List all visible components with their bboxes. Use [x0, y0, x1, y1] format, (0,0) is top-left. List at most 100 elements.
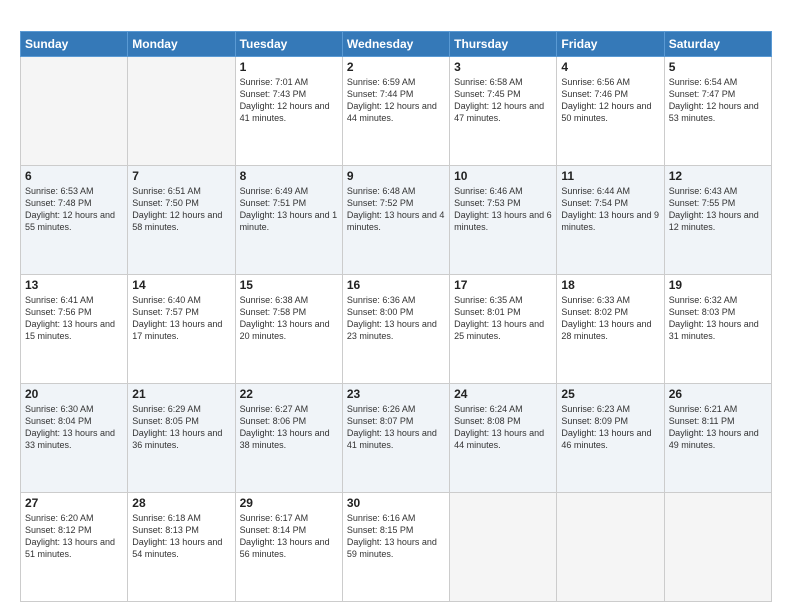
day-info: Sunrise: 6:33 AM Sunset: 8:02 PM Dayligh…	[561, 294, 659, 343]
calendar-cell: 4 Sunrise: 6:56 AM Sunset: 7:46 PM Daylig…	[557, 57, 664, 166]
week-row: 1 Sunrise: 7:01 AM Sunset: 7:43 PM Daylig…	[21, 57, 772, 166]
calendar-cell	[21, 57, 128, 166]
calendar-cell: 12 Sunrise: 6:43 AM Sunset: 7:55 PM Dayli…	[664, 166, 771, 275]
day-number: 25	[561, 387, 659, 401]
day-info: Sunrise: 6:26 AM Sunset: 8:07 PM Dayligh…	[347, 403, 445, 452]
header-row: SundayMondayTuesdayWednesdayThursdayFrid…	[21, 32, 772, 57]
day-number: 20	[25, 387, 123, 401]
day-number: 19	[669, 278, 767, 292]
week-row: 6 Sunrise: 6:53 AM Sunset: 7:48 PM Daylig…	[21, 166, 772, 275]
day-number: 27	[25, 496, 123, 510]
day-number: 13	[25, 278, 123, 292]
calendar-cell: 9 Sunrise: 6:48 AM Sunset: 7:52 PM Daylig…	[342, 166, 449, 275]
day-info: Sunrise: 6:29 AM Sunset: 8:05 PM Dayligh…	[132, 403, 230, 452]
day-info: Sunrise: 6:23 AM Sunset: 8:09 PM Dayligh…	[561, 403, 659, 452]
calendar-cell: 1 Sunrise: 7:01 AM Sunset: 7:43 PM Daylig…	[235, 57, 342, 166]
calendar-cell: 23 Sunrise: 6:26 AM Sunset: 8:07 PM Dayli…	[342, 384, 449, 493]
calendar-cell: 2Sunrise: 6:59 AM Sunset: 7:44 PM Daylig…	[342, 57, 449, 166]
calendar-cell: 7 Sunrise: 6:51 AM Sunset: 7:50 PM Daylig…	[128, 166, 235, 275]
day-info: Sunrise: 6:40 AM Sunset: 7:57 PM Dayligh…	[132, 294, 230, 343]
day-info: Sunrise: 6:27 AM Sunset: 8:06 PM Dayligh…	[240, 403, 338, 452]
calendar-table: SundayMondayTuesdayWednesdayThursdayFrid…	[20, 31, 772, 602]
day-number: 9	[347, 169, 445, 183]
day-info: Sunrise: 6:30 AM Sunset: 8:04 PM Dayligh…	[25, 403, 123, 452]
header	[20, 18, 772, 23]
col-header-tuesday: Tuesday	[235, 32, 342, 57]
day-number: 28	[132, 496, 230, 510]
calendar-cell: 11 Sunrise: 6:44 AM Sunset: 7:54 PM Dayli…	[557, 166, 664, 275]
calendar-cell: 10Sunrise: 6:46 AM Sunset: 7:53 PM Dayli…	[450, 166, 557, 275]
calendar-cell: 3 Sunrise: 6:58 AM Sunset: 7:45 PM Daylig…	[450, 57, 557, 166]
col-header-monday: Monday	[128, 32, 235, 57]
col-header-wednesday: Wednesday	[342, 32, 449, 57]
day-info: Sunrise: 6:16 AM Sunset: 8:15 PM Dayligh…	[347, 512, 445, 561]
day-number: 5	[669, 60, 767, 74]
calendar-cell: 27 Sunrise: 6:20 AM Sunset: 8:12 PM Dayli…	[21, 493, 128, 602]
calendar-cell: 14 Sunrise: 6:40 AM Sunset: 7:57 PM Dayli…	[128, 275, 235, 384]
calendar-cell: 28 Sunrise: 6:18 AM Sunset: 8:13 PM Dayli…	[128, 493, 235, 602]
day-info: Sunrise: 6:51 AM Sunset: 7:50 PM Dayligh…	[132, 185, 230, 234]
calendar-cell: 19 Sunrise: 6:32 AM Sunset: 8:03 PM Dayli…	[664, 275, 771, 384]
day-number: 30	[347, 496, 445, 510]
day-number: 21	[132, 387, 230, 401]
day-number: 6	[25, 169, 123, 183]
calendar-cell	[128, 57, 235, 166]
day-number: 2	[347, 60, 445, 74]
day-number: 22	[240, 387, 338, 401]
day-number: 15	[240, 278, 338, 292]
day-info: Sunrise: 6:36 AM Sunset: 8:00 PM Dayligh…	[347, 294, 445, 343]
week-row: 13 Sunrise: 6:41 AM Sunset: 7:56 PM Dayli…	[21, 275, 772, 384]
col-header-thursday: Thursday	[450, 32, 557, 57]
col-header-saturday: Saturday	[664, 32, 771, 57]
day-number: 26	[669, 387, 767, 401]
calendar-cell: 6 Sunrise: 6:53 AM Sunset: 7:48 PM Daylig…	[21, 166, 128, 275]
calendar-cell: 24Sunrise: 6:24 AM Sunset: 8:08 PM Dayli…	[450, 384, 557, 493]
calendar-cell: 15 Sunrise: 6:38 AM Sunset: 7:58 PM Dayli…	[235, 275, 342, 384]
day-info: Sunrise: 6:58 AM Sunset: 7:45 PM Dayligh…	[454, 76, 552, 125]
calendar-cell: 17Sunrise: 6:35 AM Sunset: 8:01 PM Dayli…	[450, 275, 557, 384]
day-info: Sunrise: 6:43 AM Sunset: 7:55 PM Dayligh…	[669, 185, 767, 234]
day-info: Sunrise: 6:21 AM Sunset: 8:11 PM Dayligh…	[669, 403, 767, 452]
day-number: 16	[347, 278, 445, 292]
calendar-cell	[664, 493, 771, 602]
calendar-cell: 20 Sunrise: 6:30 AM Sunset: 8:04 PM Dayli…	[21, 384, 128, 493]
day-info: Sunrise: 6:41 AM Sunset: 7:56 PM Dayligh…	[25, 294, 123, 343]
day-number: 7	[132, 169, 230, 183]
page: SundayMondayTuesdayWednesdayThursdayFrid…	[0, 0, 792, 612]
day-number: 4	[561, 60, 659, 74]
calendar-cell: 16 Sunrise: 6:36 AM Sunset: 8:00 PM Dayli…	[342, 275, 449, 384]
calendar-cell: 22 Sunrise: 6:27 AM Sunset: 8:06 PM Dayli…	[235, 384, 342, 493]
calendar-cell: 25 Sunrise: 6:23 AM Sunset: 8:09 PM Dayli…	[557, 384, 664, 493]
day-number: 12	[669, 169, 767, 183]
col-header-friday: Friday	[557, 32, 664, 57]
day-info: Sunrise: 6:49 AM Sunset: 7:51 PM Dayligh…	[240, 185, 338, 234]
day-info: Sunrise: 6:17 AM Sunset: 8:14 PM Dayligh…	[240, 512, 338, 561]
day-info: Sunrise: 6:44 AM Sunset: 7:54 PM Dayligh…	[561, 185, 659, 234]
day-number: 18	[561, 278, 659, 292]
day-info: Sunrise: 6:53 AM Sunset: 7:48 PM Dayligh…	[25, 185, 123, 234]
calendar-cell: 26 Sunrise: 6:21 AM Sunset: 8:11 PM Dayli…	[664, 384, 771, 493]
day-number: 3	[454, 60, 552, 74]
calendar-cell: 18 Sunrise: 6:33 AM Sunset: 8:02 PM Dayli…	[557, 275, 664, 384]
day-info: Sunrise: 6:32 AM Sunset: 8:03 PM Dayligh…	[669, 294, 767, 343]
day-number: 1	[240, 60, 338, 74]
day-info: Sunrise: 6:54 AM Sunset: 7:47 PM Dayligh…	[669, 76, 767, 125]
calendar-cell	[557, 493, 664, 602]
day-info: Sunrise: 6:20 AM Sunset: 8:12 PM Dayligh…	[25, 512, 123, 561]
day-number: 23	[347, 387, 445, 401]
day-info: Sunrise: 6:56 AM Sunset: 7:46 PM Dayligh…	[561, 76, 659, 125]
col-header-sunday: Sunday	[21, 32, 128, 57]
calendar-cell: 30 Sunrise: 6:16 AM Sunset: 8:15 PM Dayli…	[342, 493, 449, 602]
day-number: 29	[240, 496, 338, 510]
day-info: Sunrise: 6:24 AM Sunset: 8:08 PM Dayligh…	[454, 403, 552, 452]
day-number: 11	[561, 169, 659, 183]
calendar-cell: 21 Sunrise: 6:29 AM Sunset: 8:05 PM Dayli…	[128, 384, 235, 493]
day-number: 8	[240, 169, 338, 183]
day-info: Sunrise: 6:38 AM Sunset: 7:58 PM Dayligh…	[240, 294, 338, 343]
day-info: Sunrise: 6:35 AM Sunset: 8:01 PM Dayligh…	[454, 294, 552, 343]
day-info: Sunrise: 6:18 AM Sunset: 8:13 PM Dayligh…	[132, 512, 230, 561]
week-row: 20 Sunrise: 6:30 AM Sunset: 8:04 PM Dayli…	[21, 384, 772, 493]
day-number: 14	[132, 278, 230, 292]
day-info: Sunrise: 6:48 AM Sunset: 7:52 PM Dayligh…	[347, 185, 445, 234]
day-info: Sunrise: 7:01 AM Sunset: 7:43 PM Dayligh…	[240, 76, 338, 125]
